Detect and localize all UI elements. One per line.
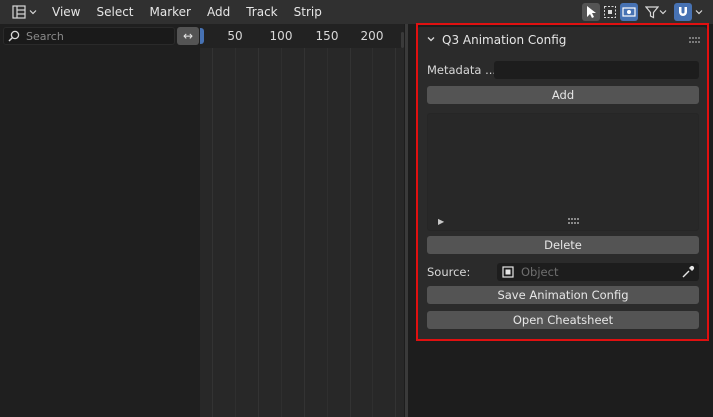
source-placeholder: Object xyxy=(521,265,559,279)
ruler-label: 50 xyxy=(227,29,243,43)
menu-strip[interactable]: Strip xyxy=(286,5,330,19)
ruler-label: 150 xyxy=(315,29,339,43)
header-bar: View Select Marker Add Track Strip xyxy=(0,0,713,24)
menu-marker[interactable]: Marker xyxy=(142,5,199,19)
menu-select[interactable]: Select xyxy=(88,5,141,19)
editor-type-selector[interactable] xyxy=(8,3,40,21)
chevron-down-icon xyxy=(427,37,435,42)
strip-view-icon xyxy=(622,7,636,17)
config-list[interactable]: ▶ xyxy=(427,113,699,231)
gridline xyxy=(281,48,282,417)
tool-group xyxy=(582,3,638,21)
magnet-icon xyxy=(679,7,687,16)
source-object-field[interactable]: Object xyxy=(497,263,699,281)
search-placeholder: Search xyxy=(26,29,64,43)
filter-icon xyxy=(645,6,659,19)
gridline xyxy=(235,48,236,417)
list-resize-grip[interactable] xyxy=(568,218,580,224)
collapse-toggle[interactable] xyxy=(425,33,437,45)
snap-group xyxy=(674,3,705,21)
box-select-button[interactable] xyxy=(601,3,619,21)
divider-bar xyxy=(405,24,408,417)
menu-add[interactable]: Add xyxy=(199,5,238,19)
gridline xyxy=(258,48,259,417)
animation-config-panel: Q3 Animation Config Metadata ... Add ▶ D… xyxy=(417,27,707,340)
metadata-field[interactable] xyxy=(494,61,699,79)
gridline xyxy=(372,48,373,417)
source-label: Source: xyxy=(427,265,471,279)
search-input[interactable]: Search xyxy=(3,27,175,45)
menu-track[interactable]: Track xyxy=(238,5,285,19)
search-row: Search ↔ xyxy=(3,27,199,45)
panel-header[interactable]: Q3 Animation Config xyxy=(417,27,707,53)
list-expand-icon[interactable]: ▶ xyxy=(438,217,444,226)
save-animation-config-button[interactable]: Save Animation Config xyxy=(427,286,699,304)
gridline xyxy=(212,48,213,417)
select-tool-button[interactable] xyxy=(582,3,600,21)
gridline xyxy=(327,48,328,417)
current-frame-indicator[interactable] xyxy=(200,28,204,44)
snap-options-button[interactable] xyxy=(693,3,705,21)
swap-button[interactable]: ↔ xyxy=(177,27,199,45)
region-divider[interactable] xyxy=(404,24,414,417)
panel-drag-handle[interactable] xyxy=(689,37,701,43)
chevron-down-icon xyxy=(659,10,667,15)
search-icon xyxy=(8,30,20,42)
gridline xyxy=(350,48,351,417)
gridline xyxy=(304,48,305,417)
frame-ruler[interactable]: 50 100 150 200 xyxy=(200,24,404,48)
filter-button[interactable] xyxy=(644,3,668,21)
menu-bar: View Select Marker Add Track Strip xyxy=(44,0,330,24)
menu-view[interactable]: View xyxy=(44,5,88,19)
eyedropper-icon[interactable] xyxy=(681,265,695,279)
sequencer-editor-icon xyxy=(12,5,26,19)
chevron-down-icon xyxy=(29,10,37,15)
ruler-label: 100 xyxy=(269,29,293,43)
ruler-label: 200 xyxy=(360,29,384,43)
add-button[interactable]: Add xyxy=(427,86,699,104)
swap-arrows-icon: ↔ xyxy=(182,29,194,43)
delete-button[interactable]: Delete xyxy=(427,236,699,254)
object-icon xyxy=(501,265,515,279)
header-tools xyxy=(582,3,705,21)
gridline xyxy=(395,48,396,417)
panel-title: Q3 Animation Config xyxy=(442,33,567,47)
sidebar: Q3 Animation Config Metadata ... Add ▶ D… xyxy=(414,24,713,417)
open-cheatsheet-button[interactable]: Open Cheatsheet xyxy=(427,311,699,329)
channel-list: Search ↔ xyxy=(0,24,200,417)
timeline-area[interactable]: 50 100 150 200 xyxy=(200,24,404,417)
view-mode-button[interactable] xyxy=(620,3,638,21)
cursor-icon xyxy=(587,6,596,18)
box-select-icon xyxy=(604,6,616,18)
snap-toggle-button[interactable] xyxy=(674,3,692,21)
chevron-down-icon xyxy=(695,10,703,15)
metadata-label: Metadata ... xyxy=(427,63,497,77)
